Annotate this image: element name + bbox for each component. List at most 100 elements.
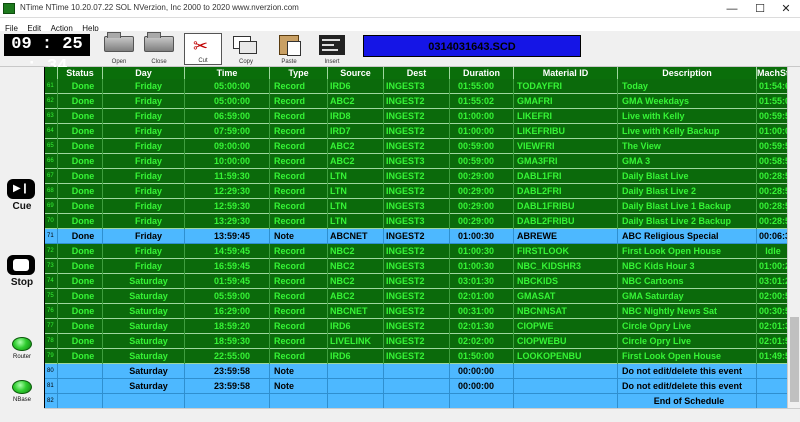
cell-source: NBC2 <box>328 244 384 259</box>
table-row[interactable]: 72 Done Friday 14:59:45 Record NBC2 INGEST2 01:… <box>45 244 787 259</box>
cell-description: NBC Cartoons <box>618 274 757 289</box>
cell-material-id: DABL1FRI <box>514 169 618 184</box>
cell-status <box>58 364 103 379</box>
cell-type: Record <box>270 109 328 124</box>
cell-row-number: 62 <box>45 94 58 109</box>
close-window-button[interactable]: ✕ <box>772 0 800 18</box>
cell-status: Done <box>58 154 103 169</box>
cue-button[interactable]: ▶❙ <box>7 179 35 199</box>
column-header-description[interactable]: Description <box>618 67 757 79</box>
table-row[interactable]: 68 Done Friday 12:29:30 Record LTN INGEST2 00:2… <box>45 184 787 199</box>
cell-dest: INGEST2 <box>384 139 450 154</box>
table-row[interactable]: 63 Done Friday 06:59:00 Record IRD8 INGEST2 01:… <box>45 109 787 124</box>
cell-time: 05:59:00 <box>185 289 270 304</box>
cell-type: Record <box>270 274 328 289</box>
column-header-dest[interactable]: Dest <box>384 67 450 79</box>
cell-day: Friday <box>103 169 185 184</box>
copy-button[interactable]: Copy <box>227 33 265 65</box>
table-row[interactable]: 66 Done Friday 10:00:00 Record ABC2 INGEST3 00:… <box>45 154 787 169</box>
paste-label: Paste <box>281 59 297 65</box>
vertical-scroll-thumb[interactable] <box>790 317 799 402</box>
table-row[interactable]: 82 End of Schedule <box>45 394 787 408</box>
cell-duration: 02:02:00 <box>450 334 514 349</box>
cell-dest: INGEST2 <box>384 319 450 334</box>
table-row[interactable]: 78 Done Saturday 18:59:30 Record LIVELINK INGE… <box>45 334 787 349</box>
cell-time: 23:59:58 <box>185 364 270 379</box>
horizontal-scrollbar[interactable] <box>44 408 800 422</box>
close-file-button[interactable]: Close <box>140 32 178 65</box>
paste-button[interactable]: Paste <box>270 33 308 65</box>
cell-day: Saturday <box>103 334 185 349</box>
copy-icon-back <box>239 41 257 54</box>
cell-type: Record <box>270 184 328 199</box>
cell-machstat: 02:01:30:04 <box>757 319 787 334</box>
cell-status: Done <box>58 289 103 304</box>
cell-status: Done <box>58 259 103 274</box>
cell-material-id: DABL2FRIBU <box>514 214 618 229</box>
column-header-time[interactable]: Time <box>185 67 270 79</box>
cell-day: Friday <box>103 184 185 199</box>
insert-button[interactable]: Insert <box>313 33 351 65</box>
cut-button[interactable]: ✂ Cut <box>184 33 222 65</box>
cell-source: ABC2 <box>328 94 384 109</box>
table-row[interactable]: 73 Done Friday 16:59:45 Record NBC2 INGEST3 01:… <box>45 259 787 274</box>
cell-time: 06:59:00 <box>185 109 270 124</box>
cell-dest: INGEST3 <box>384 154 450 169</box>
column-header-material-id[interactable]: Material ID <box>514 67 618 79</box>
router-label: Router <box>12 354 31 360</box>
cell-day: Saturday <box>103 379 185 394</box>
cell-source: IRD8 <box>328 109 384 124</box>
table-row[interactable]: 71 Done Friday 13:59:45 Note ABCNET INGEST2 01:… <box>45 229 787 244</box>
column-header-type[interactable]: Type <box>270 67 328 79</box>
cell-type: Record <box>270 334 328 349</box>
minimize-button[interactable]: — <box>718 0 746 18</box>
table-row[interactable]: 69 Done Friday 12:59:30 Record LTN INGEST3 00:2… <box>45 199 787 214</box>
table-row[interactable]: 65 Done Friday 09:00:00 Record ABC2 INGEST2 00:… <box>45 139 787 154</box>
cell-duration: 00:00:00 <box>450 364 514 379</box>
column-header-day[interactable]: Day <box>103 67 185 79</box>
cell-description: Today <box>618 79 757 94</box>
vertical-scrollbar[interactable] <box>787 67 800 408</box>
table-row[interactable]: 67 Done Friday 11:59:30 Record LTN INGEST2 00:2… <box>45 169 787 184</box>
cell-status: Done <box>58 139 103 154</box>
column-header-machstat[interactable]: MachStat <box>757 67 787 79</box>
cell-time: 12:29:30 <box>185 184 270 199</box>
cell-duration: 01:00:30 <box>450 259 514 274</box>
table-row[interactable]: 64 Done Friday 07:59:00 Record IRD7 INGEST2 01:… <box>45 124 787 139</box>
insert-icon <box>319 35 345 55</box>
table-row[interactable]: 79 Done Saturday 22:55:00 Record IRD6 INGEST2 0… <box>45 349 787 364</box>
cell-dest: INGEST2 <box>384 229 450 244</box>
table-row[interactable]: 70 Done Friday 13:29:30 Record LTN INGEST3 00:2… <box>45 214 787 229</box>
cell-status: Done <box>58 349 103 364</box>
cell-day: Friday <box>103 79 185 94</box>
cell-time: 09:00:00 <box>185 139 270 154</box>
table-row[interactable]: 61 Done Friday 05:00:00 Record IRD6 INGEST3 01:… <box>45 79 787 94</box>
cell-duration: 00:31:00 <box>450 304 514 319</box>
cell-time: 16:59:45 <box>185 259 270 274</box>
clock-display: 09 : 25 : 34 <box>4 34 90 76</box>
cell-duration: 03:01:30 <box>450 274 514 289</box>
column-header-status[interactable]: Status <box>58 67 103 79</box>
table-row[interactable]: 80 Saturday 23:59:58 Note 00:00:00 Do not edi… <box>45 364 787 379</box>
column-header-duration[interactable]: Duration <box>450 67 514 79</box>
column-header-source[interactable]: Source <box>328 67 384 79</box>
cell-source: LTN <box>328 214 384 229</box>
table-row[interactable]: 74 Done Saturday 01:59:45 Record NBC2 INGEST2 0… <box>45 274 787 289</box>
cell-type: Record <box>270 214 328 229</box>
open-button[interactable]: Open <box>100 32 138 65</box>
cell-duration: 00:59:00 <box>450 139 514 154</box>
table-row[interactable]: 75 Done Saturday 05:59:00 Record ABC2 INGEST2 0… <box>45 289 787 304</box>
cell-material-id: GMASAT <box>514 289 618 304</box>
maximize-button[interactable]: ☐ <box>746 0 774 18</box>
cell-source: IRD6 <box>328 79 384 94</box>
title-bar: NTime NTime 10.20.07.22 SOL NVerzion, In… <box>0 0 800 18</box>
cell-day: Friday <box>103 124 185 139</box>
table-row[interactable]: 81 Saturday 23:59:58 Note 00:00:00 Do not edi… <box>45 379 787 394</box>
cell-machstat: 00:59:59:20 <box>757 109 787 124</box>
stop-button[interactable] <box>7 255 35 275</box>
table-row[interactable]: 62 Done Friday 05:00:00 Record ABC2 INGEST2 01:… <box>45 94 787 109</box>
table-row[interactable]: 76 Done Saturday 16:29:00 Record NBCNET INGEST… <box>45 304 787 319</box>
cell-description: First Look Open House <box>618 349 757 364</box>
cell-source: NBC2 <box>328 259 384 274</box>
table-row[interactable]: 77 Done Saturday 18:59:20 Record IRD6 INGEST2 0… <box>45 319 787 334</box>
